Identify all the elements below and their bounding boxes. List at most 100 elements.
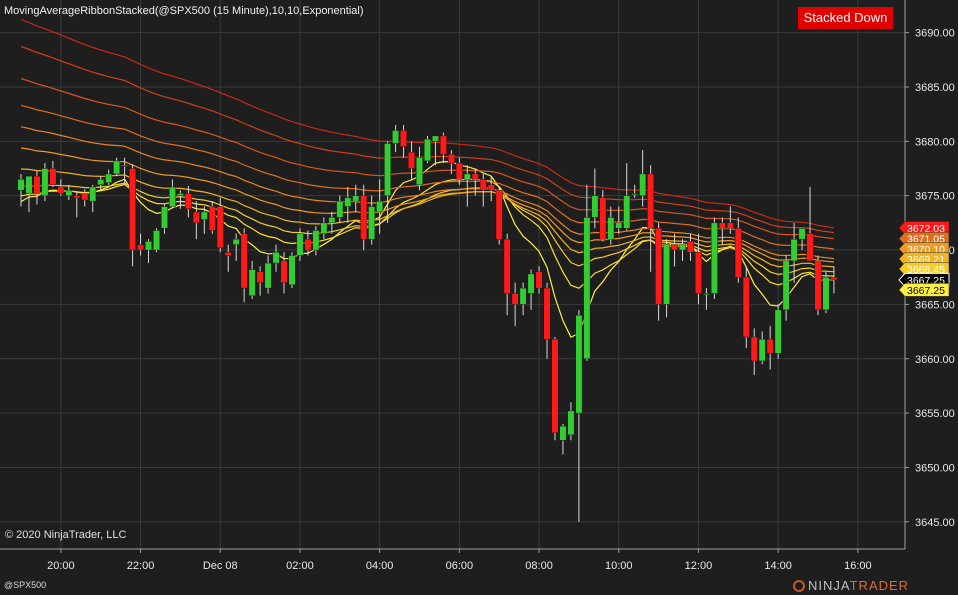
candle [376, 179, 384, 234]
candle-body [718, 222, 726, 229]
price-chart[interactable]: 3645.003650.003655.003660.003665.003670.… [0, 0, 958, 595]
candle-body [551, 338, 559, 433]
candle-body [137, 244, 144, 251]
candle-body [296, 233, 304, 256]
candle-body [41, 168, 49, 196]
candle-body [543, 287, 551, 340]
candle [145, 239, 152, 264]
candle [455, 157, 463, 185]
candle-body [360, 195, 368, 240]
x-tick-label: 20:00 [47, 560, 75, 572]
candle-body [33, 175, 41, 194]
x-tick-label: 04:00 [366, 560, 394, 572]
candle-body [703, 293, 710, 295]
candle [798, 228, 806, 251]
candle [790, 222, 798, 283]
candle [89, 184, 97, 212]
candle [344, 186, 352, 223]
candle-body [216, 206, 224, 249]
price-marker: 3667.25 [898, 283, 950, 297]
candle [663, 239, 670, 318]
candle-body [790, 238, 798, 262]
candle-body [344, 197, 352, 207]
candle [583, 184, 591, 361]
x-tick-label: 02:00 [286, 560, 314, 572]
candle [400, 125, 407, 158]
candle-body [328, 217, 336, 224]
y-tick-label: 3675.00 [915, 191, 955, 203]
candle-body [639, 173, 647, 196]
y-tick-label: 3690.00 [915, 28, 955, 40]
y-tick-label: 3665.00 [915, 299, 955, 311]
ma-line-10 [20, 18, 835, 229]
candle [248, 260, 256, 299]
axes: 3645.003650.003655.003660.003665.003670.… [0, 0, 955, 572]
candle [184, 185, 192, 218]
candle-body [432, 135, 439, 142]
ninjatrader-logo: NINJATRADER [793, 578, 909, 593]
candle-body [424, 138, 431, 162]
candle-body [408, 151, 415, 169]
y-tick-label: 3685.00 [915, 82, 955, 94]
candle [567, 402, 575, 441]
candle [169, 179, 176, 209]
candle-body [280, 260, 288, 283]
candle [57, 179, 65, 196]
candle-body [312, 230, 320, 251]
candle [591, 168, 599, 229]
candle-body [511, 293, 519, 305]
copyright-text: © 2020 NinjaTrader, LLC [5, 529, 127, 541]
candle [479, 173, 487, 207]
candle [336, 195, 344, 223]
price-marker-label: 3667.25 [907, 285, 945, 297]
candle-body [97, 179, 105, 186]
candle [647, 165, 655, 272]
candle [440, 132, 447, 164]
candle-body [695, 252, 702, 294]
candle [511, 282, 519, 327]
candle-body [535, 271, 543, 289]
candle [424, 135, 431, 164]
candle-body [631, 193, 639, 195]
candle-body [479, 179, 487, 191]
candle-body [623, 195, 631, 229]
candle-body [495, 190, 503, 240]
candle [703, 288, 710, 310]
candle-body [607, 217, 615, 240]
candle-body [750, 336, 758, 362]
candle [679, 239, 686, 261]
candle-body [567, 410, 575, 436]
candle-body [726, 222, 734, 229]
candle [463, 165, 471, 207]
candle [312, 226, 320, 256]
candle [416, 146, 423, 191]
candle-body [65, 190, 73, 196]
candle [192, 201, 200, 240]
y-tick-label: 3680.00 [915, 136, 955, 148]
candle-body [758, 338, 766, 362]
candle-body [440, 135, 447, 155]
candle-body [224, 252, 232, 256]
candle-body [503, 238, 511, 294]
candle [607, 206, 615, 245]
candle [408, 141, 415, 180]
candle-body [57, 186, 65, 194]
candle-body [25, 175, 33, 194]
candle [328, 211, 336, 234]
candle [750, 328, 758, 376]
candle [695, 233, 702, 305]
candle-body [655, 228, 663, 305]
candle [527, 269, 535, 310]
price-markers: 3672.033671.053670.103669.213668.453667.… [898, 221, 950, 297]
candle-body [798, 228, 806, 240]
y-tick-label: 3650.00 [915, 462, 955, 474]
candle-body [583, 217, 591, 359]
candle [17, 173, 25, 207]
candle-body [376, 200, 384, 213]
candle [432, 135, 439, 166]
candle-body [447, 154, 455, 164]
candle [543, 282, 551, 359]
candle [559, 423, 567, 455]
x-tick-label: 10:00 [605, 560, 633, 572]
candle [33, 170, 41, 205]
